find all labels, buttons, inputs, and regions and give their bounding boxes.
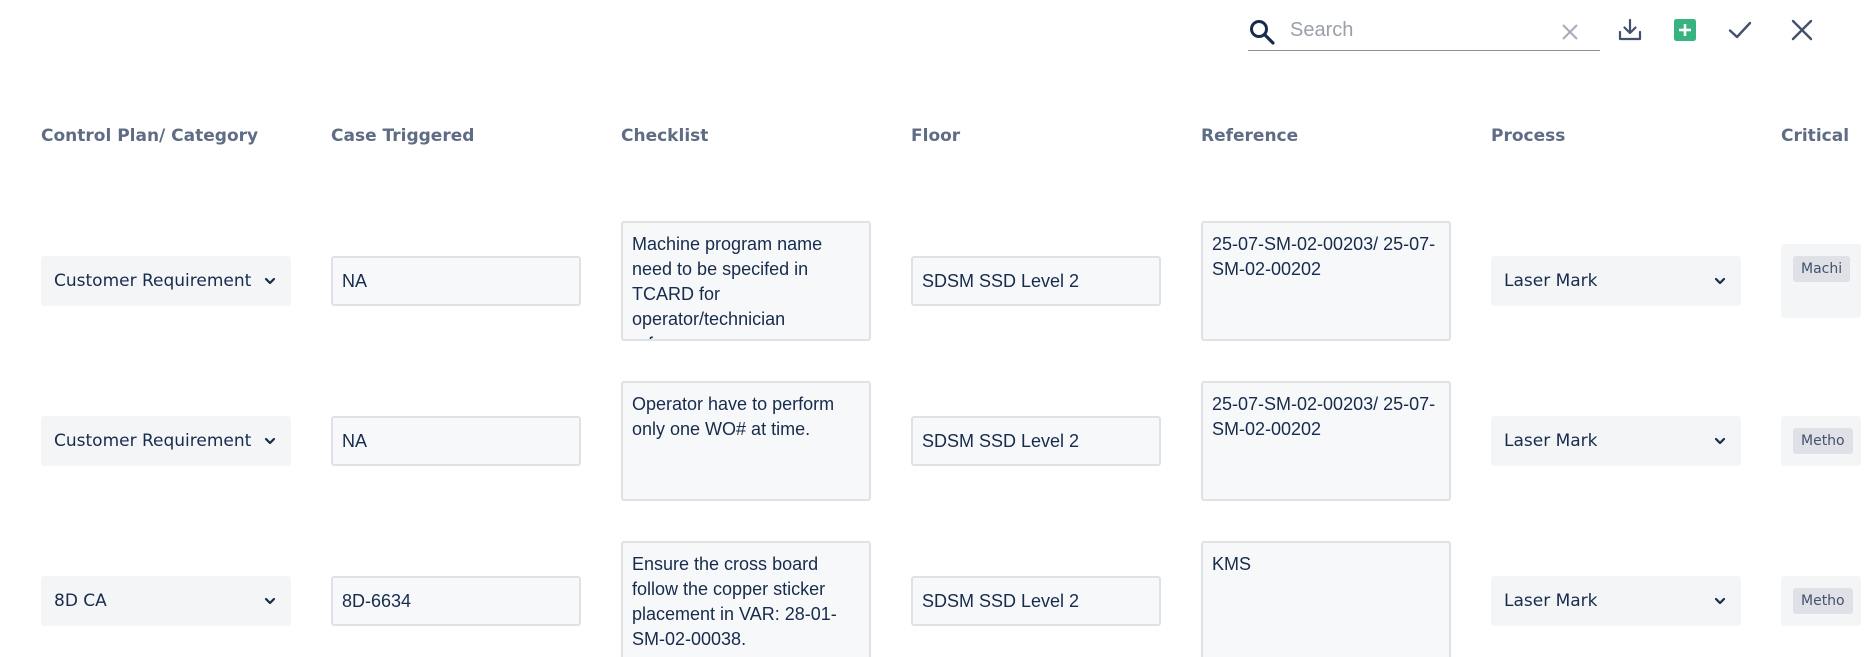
checklist-field[interactable]: Machine program name need to be specifed… [621,221,871,341]
chevron-down-icon [263,434,277,448]
process-select[interactable]: Laser Mark [1491,416,1741,466]
confirm-button[interactable] [1722,14,1758,50]
case-triggered-field[interactable]: NA [331,256,581,306]
search-box[interactable] [1248,8,1600,51]
critical-tag: Metho [1793,588,1853,614]
category-select[interactable]: Customer Requirement [41,416,291,466]
floor-field[interactable]: SDSM SSD Level 2 [911,416,1161,466]
category-select[interactable]: Customer Requirement [41,256,291,306]
download-button[interactable] [1612,14,1648,50]
reference-field[interactable]: KMS [1201,541,1451,657]
column-header-floor: Floor [911,126,961,146]
column-header-category: Control Plan/ Category [41,126,259,146]
process-select[interactable]: Laser Mark [1491,576,1741,626]
process-value: Laser Mark [1504,591,1598,611]
add-square-icon [1674,18,1696,46]
category-value: Customer Requirement [54,271,252,291]
close-icon [1791,19,1813,46]
critical-tag: Machi [1793,256,1851,282]
chevron-down-icon [263,594,277,608]
chevron-down-icon [1713,434,1727,448]
chevron-down-icon [1713,594,1727,608]
process-value: Laser Mark [1504,431,1598,451]
check-icon [1727,17,1753,48]
column-header-checklist: Checklist [621,126,709,146]
clear-search-icon[interactable] [1560,22,1580,42]
chevron-down-icon [1713,274,1727,288]
column-header-case-triggered: Case Triggered [331,126,475,146]
column-header-critical: Critical [1781,126,1850,146]
floor-field[interactable]: SDSM SSD Level 2 [911,576,1161,626]
category-value: Customer Requirement [54,431,252,451]
search-input[interactable] [1288,14,1552,46]
case-triggered-field[interactable]: 8D-6634 [331,576,581,626]
toolbar [0,0,1864,70]
critical-select[interactable]: Metho [1781,416,1861,466]
checklist-field[interactable]: Ensure the cross board follow the copper… [621,541,871,657]
chevron-down-icon [263,274,277,288]
category-value: 8D CA [54,591,107,611]
critical-select[interactable]: Metho [1781,576,1861,626]
column-header-process: Process [1491,126,1566,146]
reference-field[interactable]: 25-07-SM-02-00203/ 25-07-SM-02-00202 [1201,221,1451,341]
case-triggered-field[interactable]: NA [331,416,581,466]
critical-tag: Metho [1793,428,1853,454]
download-icon [1617,17,1643,48]
checklist-field[interactable]: Operator have to perform only one WO# at… [621,381,871,501]
process-value: Laser Mark [1504,271,1598,291]
category-select[interactable]: 8D CA [41,576,291,626]
search-icon [1248,18,1276,46]
floor-field[interactable]: SDSM SSD Level 2 [911,256,1161,306]
process-select[interactable]: Laser Mark [1491,256,1741,306]
column-header-reference: Reference [1201,126,1299,146]
add-button[interactable] [1667,14,1703,50]
reference-field[interactable]: 25-07-SM-02-00203/ 25-07-SM-02-00202 [1201,381,1451,501]
critical-select[interactable]: Machi [1781,244,1861,318]
close-button[interactable] [1784,14,1820,50]
